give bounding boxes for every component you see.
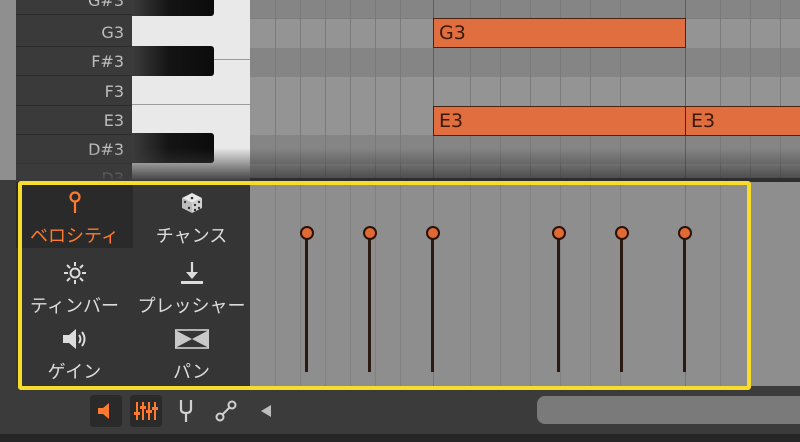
velocity-handle[interactable] (300, 226, 314, 240)
velocity-handle[interactable] (678, 226, 692, 240)
grid-line (470, 182, 471, 386)
velocity-stem (431, 234, 434, 372)
pan-button[interactable]: パン (133, 318, 250, 384)
grid-line (720, 182, 721, 386)
node-link-icon[interactable] (210, 395, 242, 427)
triangle-left-icon[interactable] (250, 395, 282, 427)
midi-note[interactable]: E3 (685, 106, 800, 136)
speaker-icon (16, 326, 133, 352)
mixer-faders-icon[interactable] (130, 395, 162, 427)
grid-fade (250, 148, 800, 180)
lane (250, 0, 800, 19)
velocity-stem (683, 234, 686, 372)
key-label: F3 (16, 77, 132, 106)
gain-label: ゲイン (47, 362, 102, 383)
keys-fade (16, 148, 250, 180)
bottom-edge (0, 434, 800, 442)
velocity-stem (557, 234, 560, 372)
grid-line (590, 182, 591, 386)
grid-line (400, 182, 401, 386)
grid-line (350, 182, 351, 386)
pan-label: パン (173, 362, 210, 383)
grid-line (530, 182, 531, 386)
grid-line (375, 182, 376, 386)
velocity-stem (368, 234, 371, 372)
horizontal-scrollbar[interactable] (537, 396, 800, 424)
grid-line (275, 182, 276, 386)
grid-line (300, 182, 301, 386)
pressure-label: プレッシャー (137, 296, 246, 317)
velocity-pin-icon (16, 190, 133, 216)
expression-selector: ベロシティ チャンス ティンバー プレッシャー ゲイン パン (16, 182, 250, 386)
midi-note[interactable]: G3 (433, 18, 686, 48)
velocity-handle[interactable] (552, 226, 566, 240)
lane (250, 48, 800, 78)
velocity-button[interactable]: ベロシティ (16, 182, 133, 248)
speaker-icon[interactable] (90, 395, 122, 427)
tuning-fork-icon[interactable] (170, 395, 202, 427)
key-label: E3 (16, 106, 132, 135)
velocity-handle[interactable] (363, 226, 377, 240)
grid-line (560, 182, 561, 386)
pressure-down-arrow-icon (133, 260, 250, 286)
lane (250, 77, 800, 107)
pan-bowtie-icon (133, 326, 250, 352)
key-label: G3 (16, 18, 132, 47)
velocity-lane[interactable] (250, 182, 800, 386)
timbre-label: ティンバー (30, 296, 119, 317)
pressure-button[interactable]: プレッシャー (133, 252, 250, 318)
velocity-handle[interactable] (615, 226, 629, 240)
black-key[interactable] (132, 0, 214, 16)
piano-roll[interactable]: G#3 G3 F#3 F3 E3 D#3 D3 (0, 0, 800, 180)
grid-line (750, 182, 751, 386)
velocity-label: ベロシティ (30, 226, 119, 247)
gain-button[interactable]: ゲイン (16, 318, 133, 384)
chance-label: チャンス (155, 226, 228, 247)
chance-button[interactable]: チャンス (133, 182, 250, 248)
grid-line (500, 182, 501, 386)
sun-icon (16, 260, 133, 286)
velocity-stem (620, 234, 623, 372)
timbre-button[interactable]: ティンバー (16, 252, 133, 318)
key-label: G#3 (16, 0, 132, 15)
key-divider (132, 104, 250, 105)
velocity-handle[interactable] (426, 226, 440, 240)
black-key[interactable] (132, 46, 214, 76)
grid-line (325, 182, 326, 386)
dice-icon (133, 190, 250, 216)
midi-note[interactable]: E3 (433, 106, 686, 136)
key-label: F#3 (16, 47, 132, 76)
velocity-stem (305, 234, 308, 372)
